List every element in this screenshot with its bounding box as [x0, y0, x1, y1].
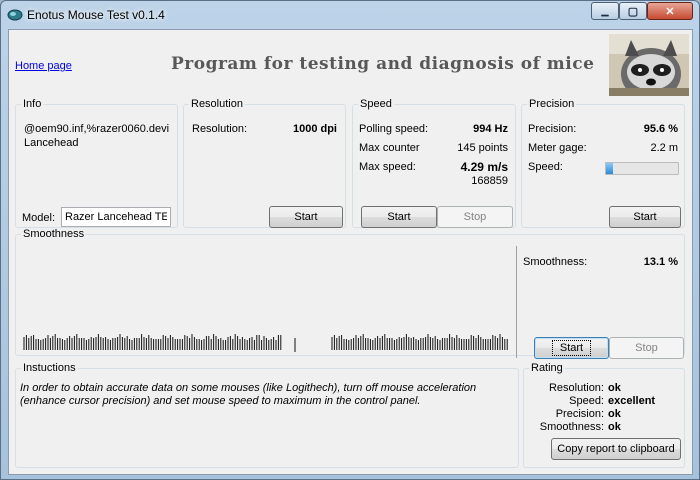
close-button[interactable]: ✕ [647, 2, 693, 20]
smoothness-start-button[interactable]: Start [534, 337, 609, 359]
model-label: Model: [22, 212, 56, 224]
precision-speed-meter [605, 162, 679, 175]
model-field[interactable] [61, 207, 171, 227]
precision-speed-label: Speed: [528, 161, 563, 173]
page-headline: Program for testing and diagnosis of mic… [171, 54, 595, 74]
max-speed-value: 4.29 m/s [460, 160, 508, 174]
device-id-line2: Lancehead [24, 137, 79, 149]
device-id-line1: @oem90.inf,%razer0060.devi [24, 123, 170, 135]
max-counter-label: Max counter [359, 142, 420, 154]
smoothness-legend: Smoothness [23, 228, 85, 240]
speed-start-button[interactable]: Start [361, 206, 437, 228]
precision-value: 95.6 % [643, 123, 678, 135]
raccoon-photo [609, 34, 689, 96]
resolution-label: Resolution: [192, 123, 248, 135]
rating-group: Rating Resolution: ok Speed: excellent P… [523, 362, 685, 468]
meter-gage-value: 2.2 m [650, 142, 678, 154]
window-title: Enotus Mouse Test v0.1.4 [27, 8, 165, 22]
rating-resolution-label: Resolution: [548, 382, 604, 394]
max-counter-value: 145 points [457, 142, 508, 154]
mouse-app-icon [7, 9, 23, 21]
speed-legend: Speed [360, 98, 392, 110]
precision-legend: Precision [529, 98, 575, 110]
instructions-line1: In order to obtain accurate data on some… [20, 382, 477, 394]
raccoon-image [609, 34, 689, 96]
home-page-link[interactable]: Home page [15, 60, 72, 72]
precision-start-button[interactable]: Start [609, 206, 681, 228]
precision-speed-fill [606, 163, 614, 174]
smoothness-value: 13.1 % [643, 256, 678, 268]
smoothness-graph [23, 334, 508, 352]
minimize-button[interactable]: ▁ [591, 2, 619, 20]
title-bar[interactable]: Enotus Mouse Test v0.1.4 ▁ ▢ ✕ [1, 1, 699, 29]
smoothness-stop-button[interactable]: Stop [609, 337, 684, 359]
rating-precision-value: ok [608, 408, 621, 420]
precision-group: Precision Precision: 95.6 % Meter gage: … [521, 98, 685, 228]
close-icon: ✕ [665, 5, 675, 18]
instructions-legend: Instuctions [23, 362, 76, 374]
polling-speed-value: 994 Hz [473, 123, 508, 135]
smoothness-group: Smoothness Smoothness: 13.1 % Start Stop [15, 228, 685, 359]
resolution-group: Resolution Resolution: 1000 dpi Start [183, 98, 346, 228]
info-legend: Info [23, 98, 42, 110]
rating-precision-label: Precision: [555, 408, 604, 420]
smoothness-trace-left [23, 334, 296, 352]
max-speed-counter: 168859 [471, 175, 508, 187]
rating-speed-value: excellent [608, 395, 656, 407]
resolution-value: 1000 dpi [292, 123, 337, 135]
info-group: Info @oem90.inf,%razer0060.devi Lancehea… [15, 98, 178, 228]
rating-resolution-value: ok [608, 382, 621, 394]
smoothness-trace-right [331, 334, 508, 350]
rating-legend: Rating [531, 362, 563, 374]
resolution-legend: Resolution [191, 98, 243, 110]
smoothness-start-label: Start [551, 340, 592, 356]
max-speed-label: Max speed: [359, 161, 416, 173]
minimize-icon: ▁ [601, 5, 609, 16]
instructions-line2: (enhance cursor precision) and set mouse… [20, 395, 421, 407]
resolution-start-button[interactable]: Start [269, 206, 343, 228]
maximize-icon: ▢ [627, 5, 639, 18]
instructions-group: Instuctions In order to obtain accurate … [15, 362, 519, 468]
rating-smoothness-label: Smoothness: [539, 421, 604, 433]
copy-report-button[interactable]: Copy report to clipboard [551, 438, 681, 460]
smoothness-divider [516, 246, 517, 358]
meter-gage-label: Meter gage: [528, 142, 587, 154]
speed-group: Speed Polling speed: 994 Hz Max counter … [352, 98, 516, 228]
polling-speed-label: Polling speed: [359, 123, 429, 135]
rating-smoothness-value: ok [608, 421, 621, 433]
precision-label: Precision: [528, 123, 577, 135]
speed-stop-button[interactable]: Stop [437, 206, 513, 228]
client-area: Home page Program for testing and diagno… [8, 29, 693, 475]
maximize-button[interactable]: ▢ [619, 2, 647, 20]
app-window: Enotus Mouse Test v0.1.4 ▁ ▢ ✕ Home page… [0, 0, 700, 480]
smoothness-label: Smoothness: [523, 256, 588, 268]
rating-speed-label: Speed: [569, 395, 604, 407]
